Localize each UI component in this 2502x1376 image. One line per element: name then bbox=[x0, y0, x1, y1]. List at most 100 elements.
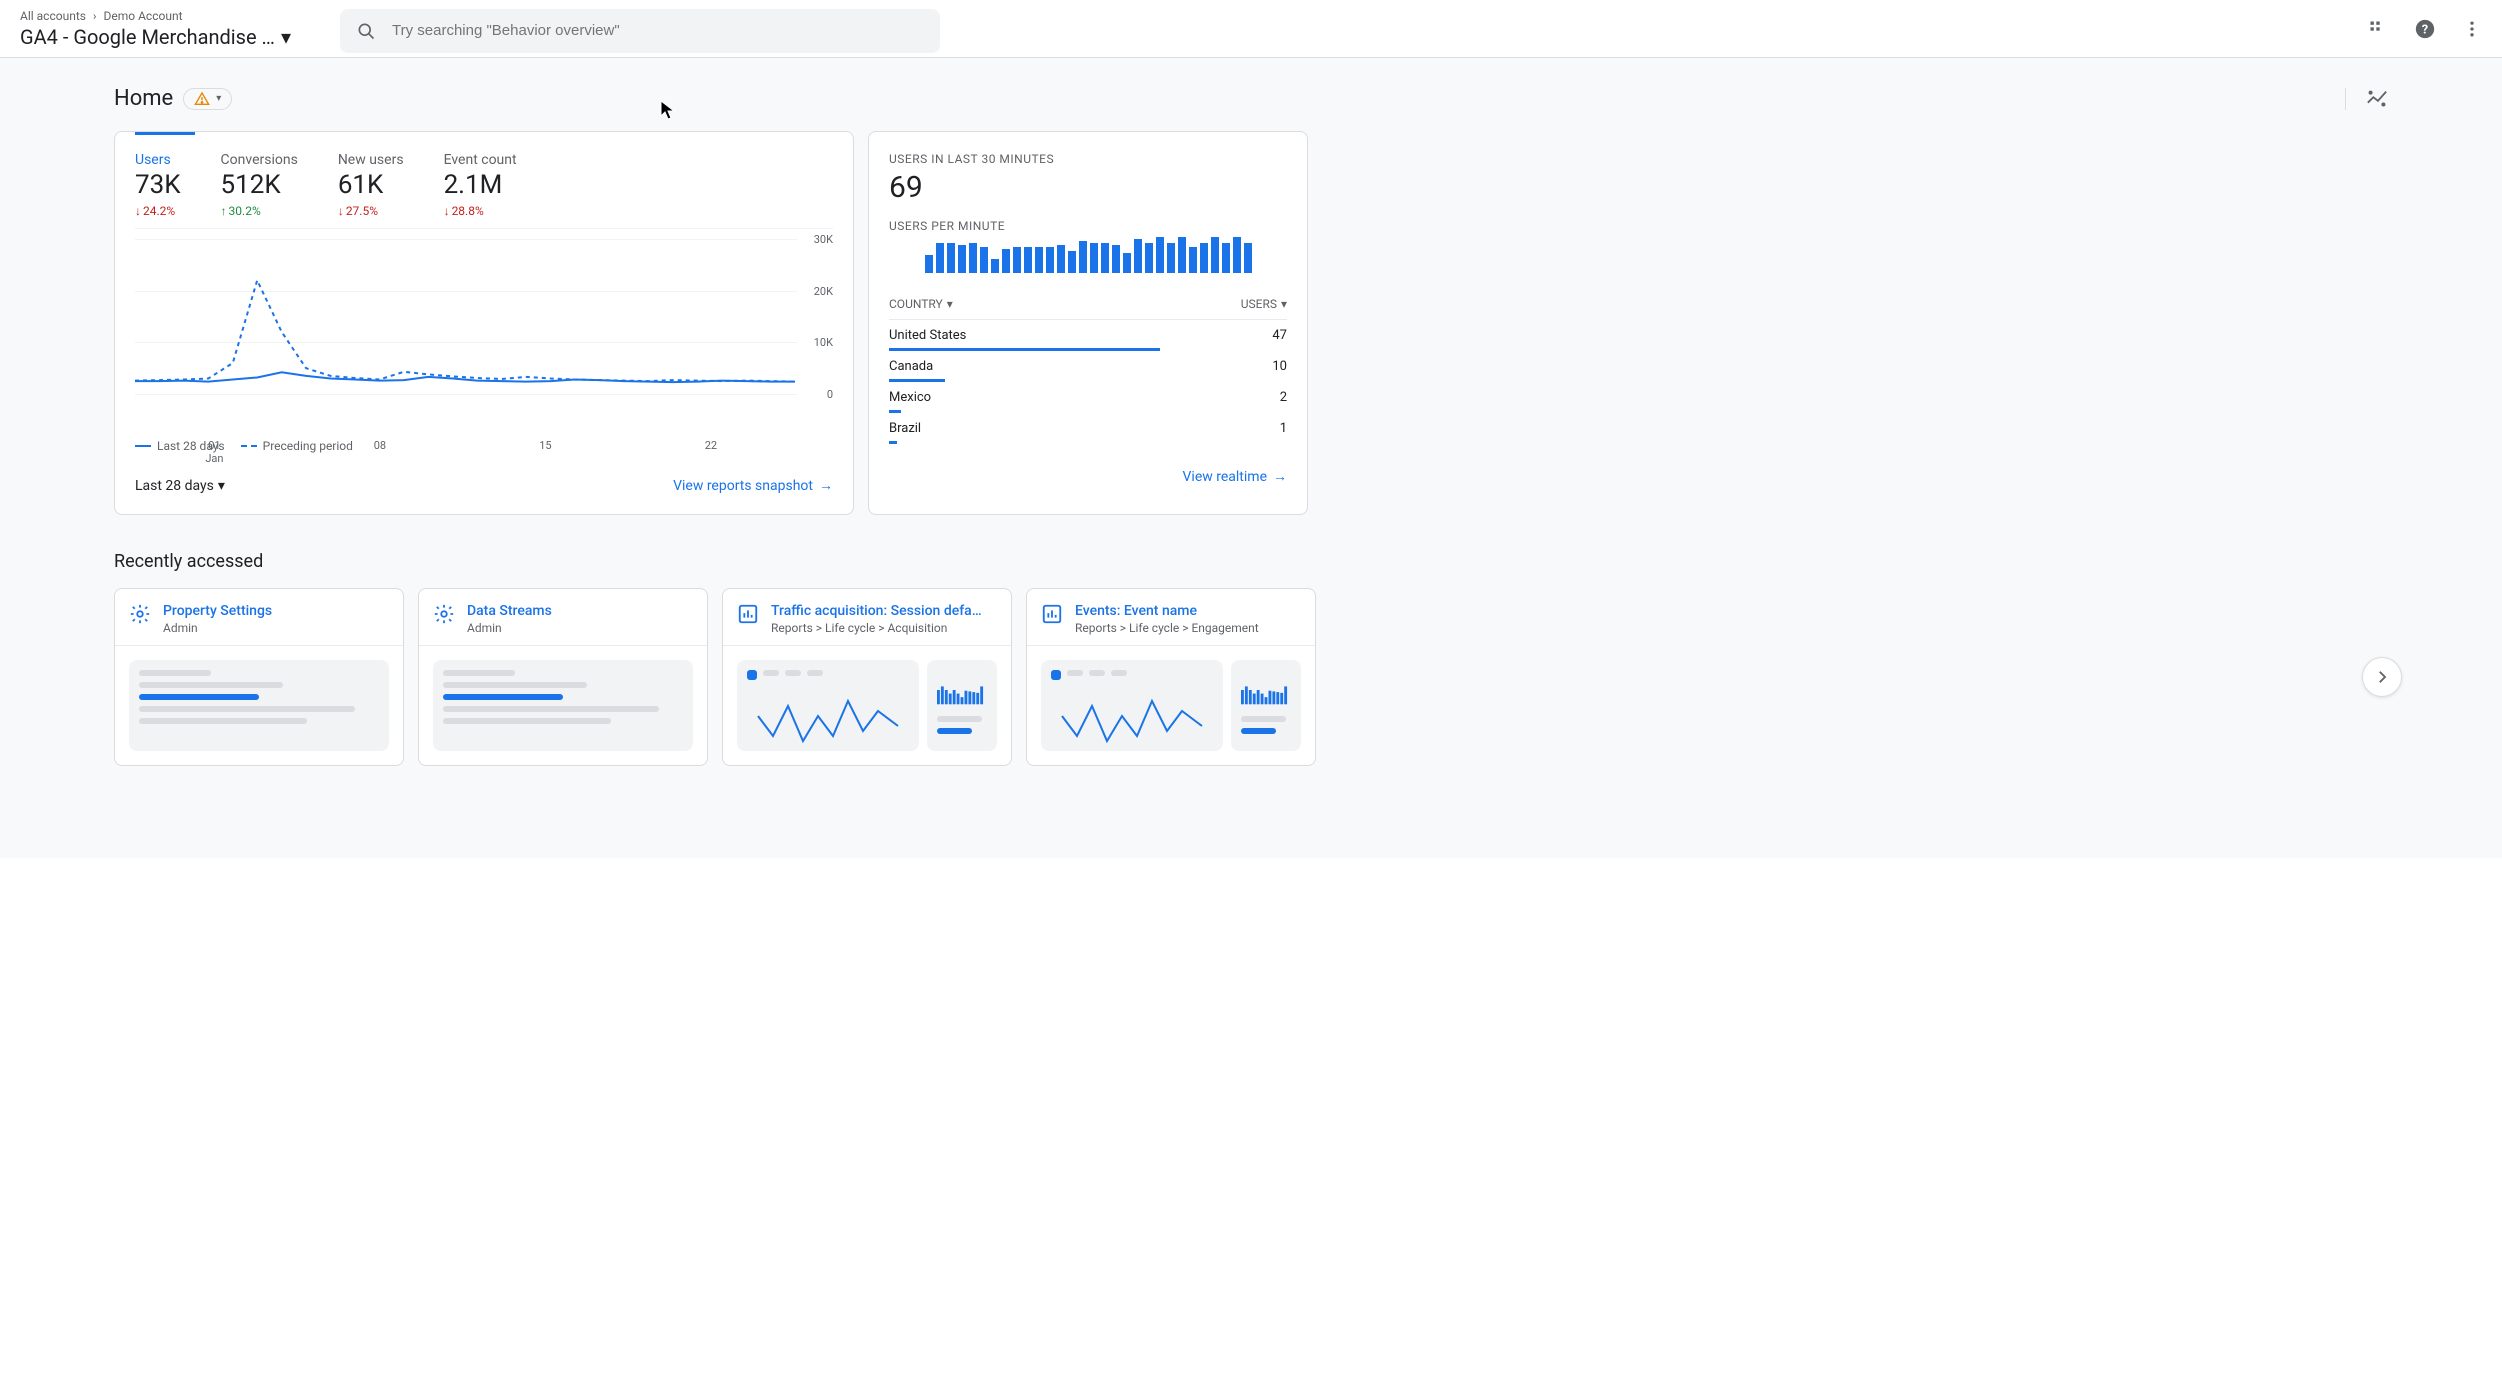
delta-arrow-icon: ↓ bbox=[338, 204, 344, 218]
breadcrumb-account[interactable]: Demo Account bbox=[104, 9, 183, 23]
placeholder-preview-side bbox=[1231, 660, 1301, 751]
realtime-row[interactable]: Brazil 1 bbox=[889, 413, 1287, 444]
overview-footer: Last 28 days ▾ View reports snapshot → bbox=[135, 477, 833, 494]
realtime-country: Brazil bbox=[889, 421, 921, 436]
metric-value: 61K bbox=[338, 170, 404, 200]
country-column-header[interactable]: COUNTRY ▾ bbox=[889, 297, 953, 311]
view-realtime-link[interactable]: View realtime → bbox=[1183, 468, 1287, 485]
realtime-row-bar bbox=[889, 441, 897, 444]
spark-bar bbox=[1189, 247, 1197, 273]
placeholder-preview bbox=[129, 660, 389, 751]
metric-label: Users bbox=[135, 152, 181, 168]
spark-bar bbox=[969, 243, 977, 273]
spark-bar bbox=[925, 255, 933, 273]
realtime-row[interactable]: United States 47 bbox=[889, 320, 1287, 351]
chart-series-preceding-period bbox=[135, 280, 795, 381]
metric-delta: ↓ 28.8% bbox=[444, 204, 517, 218]
metric-tab-conversions[interactable]: Conversions 512K ↑ 30.2% bbox=[221, 152, 298, 218]
mini-bar-chart-icon bbox=[1241, 670, 1291, 710]
metric-tab-event-count[interactable]: Event count 2.1M ↓ 28.8% bbox=[444, 152, 517, 218]
view-realtime-label: View realtime bbox=[1183, 469, 1267, 485]
search-input[interactable] bbox=[392, 22, 924, 39]
users-column-header[interactable]: USERS ▾ bbox=[1241, 297, 1287, 311]
top-cards-row: Users 73K ↓ 24.2% Conversions 512K ↑ 30.2… bbox=[0, 131, 2502, 515]
recent-card-title: Traffic acquisition: Session defa… bbox=[771, 603, 982, 619]
help-icon[interactable]: ? bbox=[2414, 18, 2436, 40]
gear-icon bbox=[433, 603, 455, 625]
page-title: Home bbox=[114, 86, 173, 111]
legend-dashed-line-icon bbox=[241, 445, 257, 447]
recently-accessed-row: Property Settings Admin Data Streams Adm… bbox=[0, 588, 2502, 766]
property-selector[interactable]: GA4 - Google Merchandise … ▾ bbox=[20, 25, 340, 49]
apps-icon[interactable] bbox=[2368, 19, 2388, 39]
recent-card-title: Property Settings bbox=[163, 603, 272, 619]
metric-tab-new-users[interactable]: New users 61K ↓ 27.5% bbox=[338, 152, 404, 218]
svg-text:?: ? bbox=[2422, 22, 2428, 37]
view-reports-snapshot-link[interactable]: View reports snapshot → bbox=[673, 477, 833, 494]
metric-value: 512K bbox=[221, 170, 298, 200]
legend-compare: Preceding period bbox=[241, 439, 353, 453]
metric-delta: ↓ 27.5% bbox=[338, 204, 404, 218]
metric-label: Conversions bbox=[221, 152, 298, 168]
property-name-label: GA4 - Google Merchandise … bbox=[20, 25, 275, 49]
y-tick: 0 bbox=[827, 388, 833, 401]
recently-accessed-title: Recently accessed bbox=[0, 515, 2502, 588]
caret-down-icon: ▾ bbox=[947, 297, 953, 311]
date-range-label: Last 28 days bbox=[135, 478, 214, 494]
metric-value: 73K bbox=[135, 170, 181, 200]
placeholder-preview-side bbox=[927, 660, 997, 751]
chart-icon bbox=[737, 603, 759, 625]
chart-y-axis: 010K20K30K bbox=[797, 239, 833, 399]
recent-card[interactable]: Data Streams Admin bbox=[418, 588, 708, 766]
chart-legend: Last 28 days Preceding period bbox=[135, 439, 833, 453]
metric-tabs: Users 73K ↓ 24.2% Conversions 512K ↑ 30.2… bbox=[135, 152, 833, 229]
x-tick: 15 bbox=[539, 439, 551, 452]
realtime-footer: View realtime → bbox=[889, 468, 1287, 485]
spark-bar bbox=[1035, 247, 1043, 273]
realtime-users: 1 bbox=[1280, 421, 1287, 436]
mini-line-chart-icon bbox=[747, 686, 909, 756]
breadcrumb-all-accounts[interactable]: All accounts bbox=[20, 9, 86, 23]
metric-tab-users[interactable]: Users 73K ↓ 24.2% bbox=[135, 152, 181, 218]
carousel-next-button[interactable] bbox=[2362, 657, 2402, 697]
more-menu-icon[interactable] bbox=[2462, 19, 2482, 39]
page-top: Home ▾ bbox=[0, 58, 2502, 131]
spark-bar bbox=[1145, 243, 1153, 273]
insights-icon[interactable] bbox=[2345, 88, 2388, 110]
date-range-selector[interactable]: Last 28 days ▾ bbox=[135, 478, 225, 494]
y-tick: 20K bbox=[814, 285, 833, 298]
realtime-row[interactable]: Canada 10 bbox=[889, 351, 1287, 382]
realtime-row[interactable]: Mexico 2 bbox=[889, 382, 1287, 413]
spark-bar bbox=[1167, 243, 1175, 273]
caret-down-icon: ▾ bbox=[218, 478, 225, 494]
realtime-users: 47 bbox=[1272, 328, 1287, 343]
warning-icon bbox=[194, 91, 210, 107]
legend-compare-label: Preceding period bbox=[263, 439, 353, 453]
realtime-country: Mexico bbox=[889, 390, 931, 405]
spark-bar bbox=[1057, 245, 1065, 273]
spark-bar bbox=[1046, 247, 1054, 273]
mini-line-chart-icon bbox=[1051, 686, 1213, 756]
placeholder-preview bbox=[737, 660, 919, 751]
view-reports-label: View reports snapshot bbox=[673, 478, 813, 494]
spark-bar bbox=[1068, 251, 1076, 273]
recent-card[interactable]: Events: Event name Reports > Life cycle … bbox=[1026, 588, 1316, 766]
caret-down-icon: ▾ bbox=[216, 93, 221, 104]
caret-down-icon: ▾ bbox=[281, 25, 291, 49]
x-tick: 01Jan bbox=[205, 439, 223, 465]
recent-card-head: Data Streams Admin bbox=[419, 589, 707, 645]
arrow-right-icon: → bbox=[1273, 468, 1287, 485]
spark-bar bbox=[1002, 249, 1010, 273]
warning-pill[interactable]: ▾ bbox=[183, 88, 232, 110]
spark-bar bbox=[1024, 247, 1032, 273]
search-box[interactable] bbox=[340, 9, 940, 53]
realtime-users: 2 bbox=[1280, 390, 1287, 405]
realtime-users: 10 bbox=[1272, 359, 1287, 374]
spark-bar bbox=[991, 259, 999, 273]
recent-card[interactable]: Traffic acquisition: Session defa… Repor… bbox=[722, 588, 1012, 766]
recent-card-head: Events: Event name Reports > Life cycle … bbox=[1027, 589, 1315, 645]
recent-card[interactable]: Property Settings Admin bbox=[114, 588, 404, 766]
spark-bar bbox=[1211, 237, 1219, 273]
metric-value: 2.1M bbox=[444, 170, 517, 200]
recent-card-body bbox=[419, 645, 707, 765]
